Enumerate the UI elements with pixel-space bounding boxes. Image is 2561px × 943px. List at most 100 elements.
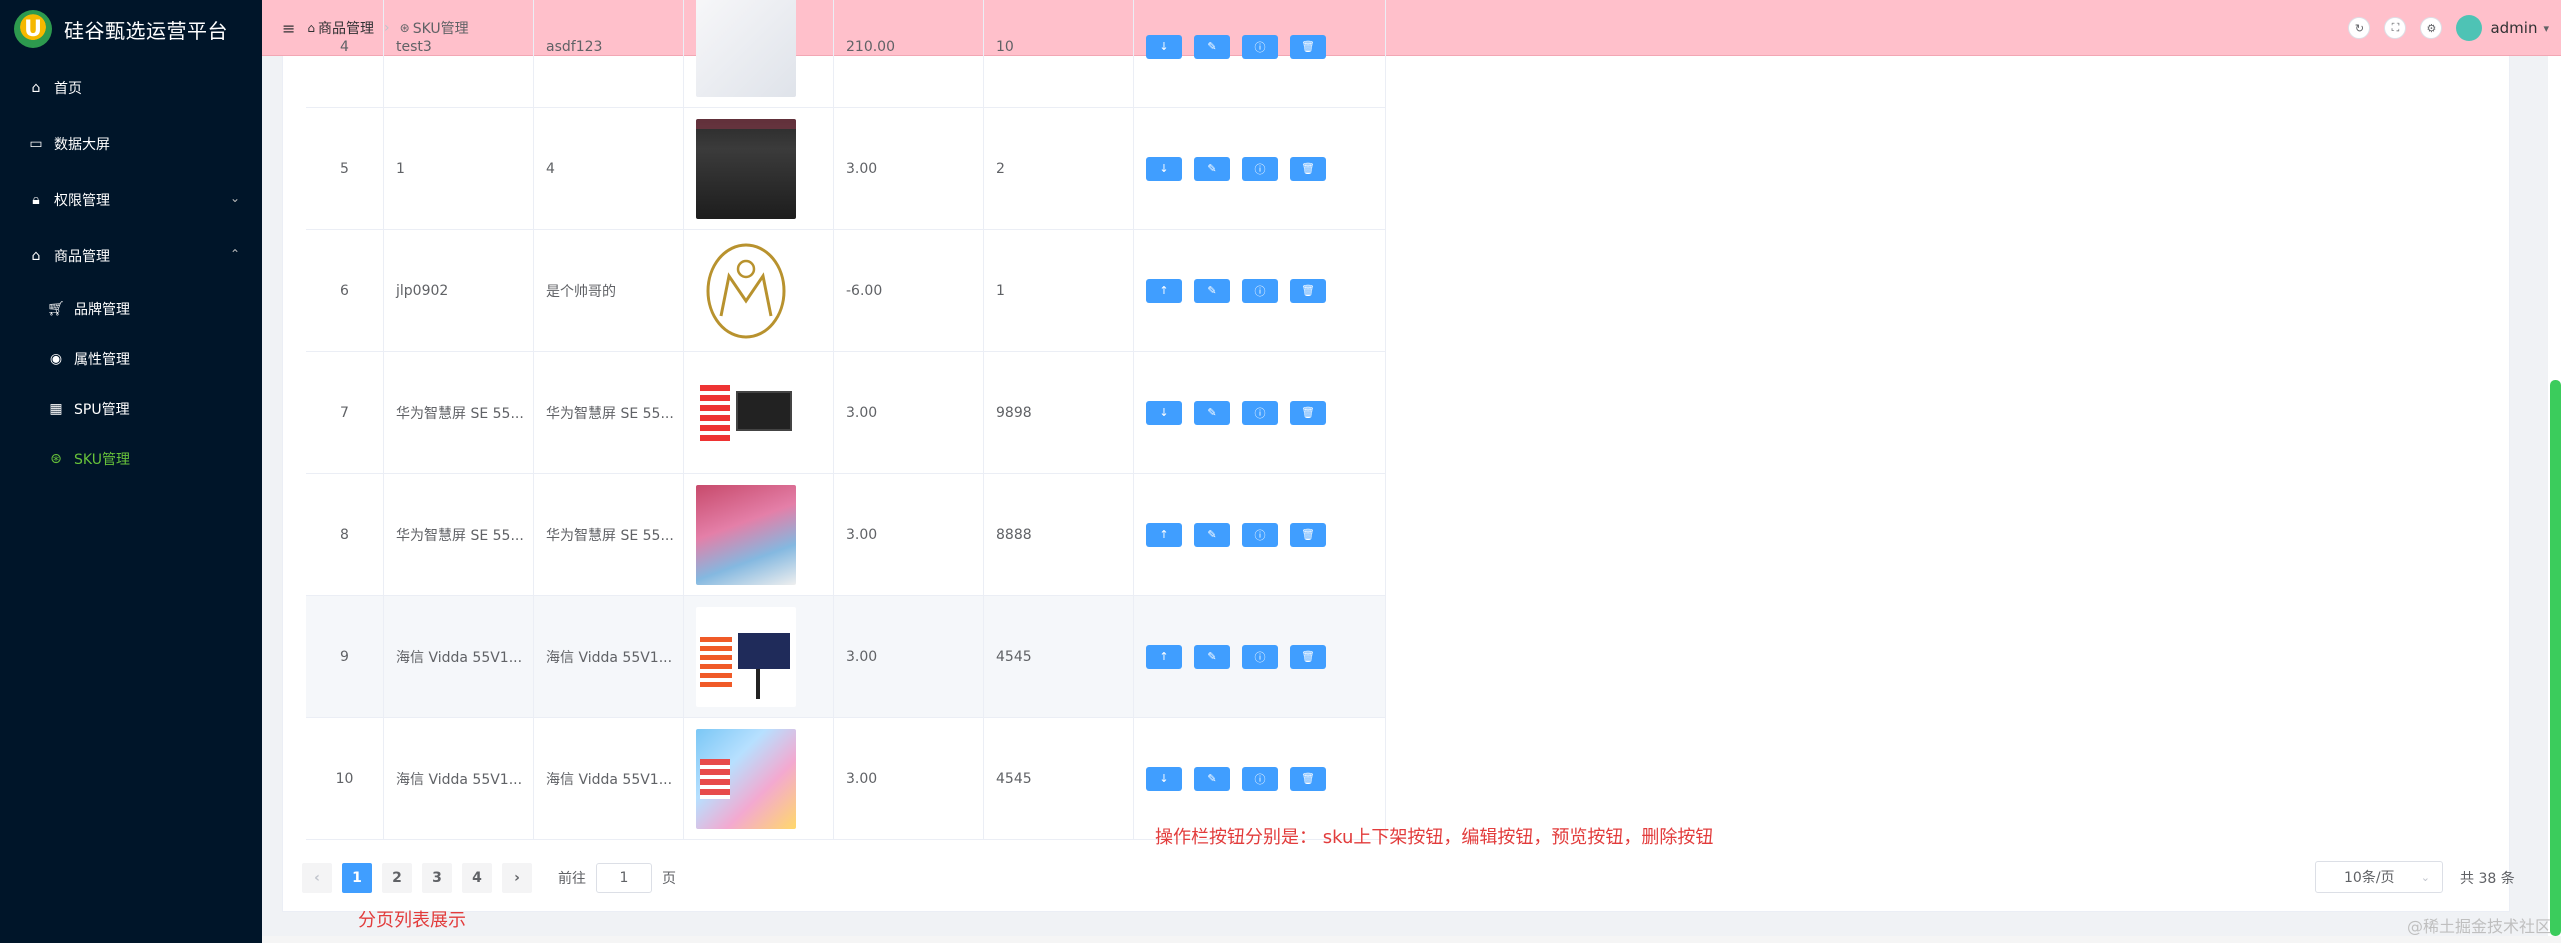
fullscreen-icon[interactable]: ⛶ [2384, 17, 2407, 39]
info-icon: ⓘ [1254, 162, 1266, 176]
delete-button[interactable]: 🗑︎ [1290, 400, 1326, 425]
delete-button[interactable]: 🗑︎ [1290, 644, 1326, 669]
edit-icon: ✎ [1207, 772, 1217, 785]
cell-image [684, 230, 834, 351]
sidebar-item-spu[interactable]: ▦ SPU管理 [0, 384, 262, 434]
page-button[interactable]: 2 [382, 863, 412, 893]
edit-button[interactable]: ✎ [1194, 400, 1230, 425]
goto-suffix: 页 [662, 871, 676, 887]
scrollbar-thumb[interactable] [2550, 380, 2561, 936]
page-button[interactable]: 4 [462, 863, 492, 893]
cell-desc: 是个帅哥的 [534, 230, 684, 351]
cell-image [684, 474, 834, 595]
menu-fold-icon[interactable]: ≡ [282, 19, 295, 38]
sku-up-button[interactable]: ↑ [1146, 522, 1182, 547]
sidebar-item-label: 属性管理 [74, 352, 130, 368]
preview-button[interactable]: ⓘ [1242, 644, 1278, 669]
cell-weight: 1 [984, 230, 1134, 351]
chevron-down-icon: ⌄ [2420, 870, 2430, 884]
sku-thumbnail [696, 606, 796, 707]
sku-thumbnail [696, 0, 796, 97]
chevron-down-icon[interactable]: ▾ [2543, 22, 2549, 35]
preview-button[interactable]: ⓘ [1242, 278, 1278, 303]
cell-operations: ↑ ✎ ⓘ 🗑︎ [1134, 230, 1386, 351]
delete-button[interactable]: 🗑︎ [1290, 278, 1326, 303]
basketball-icon: ⊛ [50, 451, 62, 467]
chevron-right-icon: › [514, 870, 520, 886]
sidebar-item-attr[interactable]: ◉ 属性管理 [0, 334, 262, 384]
cell-index: 9 [306, 596, 384, 717]
preview-button[interactable]: ⓘ [1242, 156, 1278, 181]
cell-price: 210.00 [834, 0, 984, 107]
page-size-value: 10条/页 [2344, 870, 2395, 886]
bottom-strip [262, 936, 2561, 943]
cell-index: 5 [306, 108, 384, 229]
delete-button[interactable]: 🗑︎ [1290, 156, 1326, 181]
refresh-icon[interactable]: ↻ [2348, 17, 2371, 39]
total-count: 共 38 条 [2460, 871, 2515, 887]
edit-icon: ✎ [1207, 406, 1217, 419]
home-icon: ⌂ [31, 80, 41, 96]
info-icon: ⓘ [1254, 40, 1266, 54]
arrow-down-icon: ↓ [1159, 406, 1169, 419]
info-icon: ⓘ [1254, 406, 1266, 420]
preview-button[interactable]: ⓘ [1242, 522, 1278, 547]
username[interactable]: admin [2490, 19, 2537, 37]
sku-down-button[interactable]: ↓ [1146, 156, 1182, 181]
sidebar-item-sku[interactable]: ⊛ SKU管理 [0, 434, 262, 484]
settings-icon[interactable]: ⚙ [2420, 17, 2443, 39]
lock-icon: 🔒︎ [32, 192, 40, 208]
edit-button[interactable]: ✎ [1194, 766, 1230, 791]
sidebar-item-brand[interactable]: 🛒︎ 品牌管理 [0, 284, 262, 334]
cell-index: 4 [306, 0, 384, 107]
page-button[interactable]: 3 [422, 863, 452, 893]
sidebar-item-goods[interactable]: ⌂ 商品管理 ⌃ [0, 228, 262, 284]
monitor-icon: ▭ [29, 136, 43, 152]
delete-button[interactable]: 🗑︎ [1290, 522, 1326, 547]
logo-icon: U [14, 10, 52, 48]
trash-icon: 🗑︎ [1301, 406, 1315, 419]
delete-button[interactable]: 🗑︎ [1290, 34, 1326, 59]
page-size-select[interactable]: 10条/页 ⌄ [2315, 861, 2443, 893]
sku-up-button[interactable]: ↑ [1146, 644, 1182, 669]
preview-button[interactable]: ⓘ [1242, 766, 1278, 791]
table-row: 7 华为智慧屏 SE 55... 华为智慧屏 SE 55... 3.00 989… [306, 352, 1386, 474]
edit-button[interactable]: ✎ [1194, 644, 1230, 669]
cell-image [684, 0, 834, 107]
sku-down-button[interactable]: ↓ [1146, 34, 1182, 59]
arrow-down-icon: ↓ [1159, 162, 1169, 175]
sidebar-item-label: 品牌管理 [74, 302, 130, 318]
preview-button[interactable]: ⓘ [1242, 34, 1278, 59]
logo: U 硅谷甄选运营平台 [14, 8, 228, 50]
info-icon: ⓘ [1254, 284, 1266, 298]
edit-button[interactable]: ✎ [1194, 278, 1230, 303]
sidebar-item-screen[interactable]: ▭ 数据大屏 [0, 116, 262, 172]
next-page-button[interactable]: › [502, 863, 532, 893]
cell-desc: 华为智慧屏 SE 55... [534, 352, 684, 473]
sku-down-button[interactable]: ↓ [1146, 400, 1182, 425]
delete-button[interactable]: 🗑︎ [1290, 766, 1326, 791]
trash-icon: 🗑︎ [1301, 528, 1315, 541]
cell-weight: 9898 [984, 352, 1134, 473]
sidebar-item-permission[interactable]: 🔒︎ 权限管理 ⌄ [0, 172, 262, 228]
sku-down-button[interactable]: ↓ [1146, 766, 1182, 791]
preview-button[interactable]: ⓘ [1242, 400, 1278, 425]
cell-price: 3.00 [834, 596, 984, 717]
edit-button[interactable]: ✎ [1194, 156, 1230, 181]
sku-up-button[interactable]: ↑ [1146, 278, 1182, 303]
edit-icon: ✎ [1207, 650, 1217, 663]
arrow-down-icon: ↓ [1159, 40, 1169, 53]
avatar[interactable] [2456, 15, 2483, 41]
chrome-icon: ◉ [49, 351, 63, 367]
edit-button[interactable]: ✎ [1194, 34, 1230, 59]
prev-page-button[interactable]: ‹ [302, 863, 332, 893]
cell-name: 海信 Vidda 55V1... [384, 596, 534, 717]
sidebar-item-label: 数据大屏 [54, 137, 110, 153]
page-button[interactable]: 1 [342, 863, 372, 893]
info-icon: ⓘ [1254, 772, 1266, 786]
goto-page-input[interactable]: 1 [596, 863, 652, 893]
sidebar-item-home[interactable]: ⌂ 首页 [0, 60, 262, 116]
edit-button[interactable]: ✎ [1194, 522, 1230, 547]
cell-name: 华为智慧屏 SE 55... [384, 474, 534, 595]
app-title: 硅谷甄选运营平台 [64, 18, 228, 43]
